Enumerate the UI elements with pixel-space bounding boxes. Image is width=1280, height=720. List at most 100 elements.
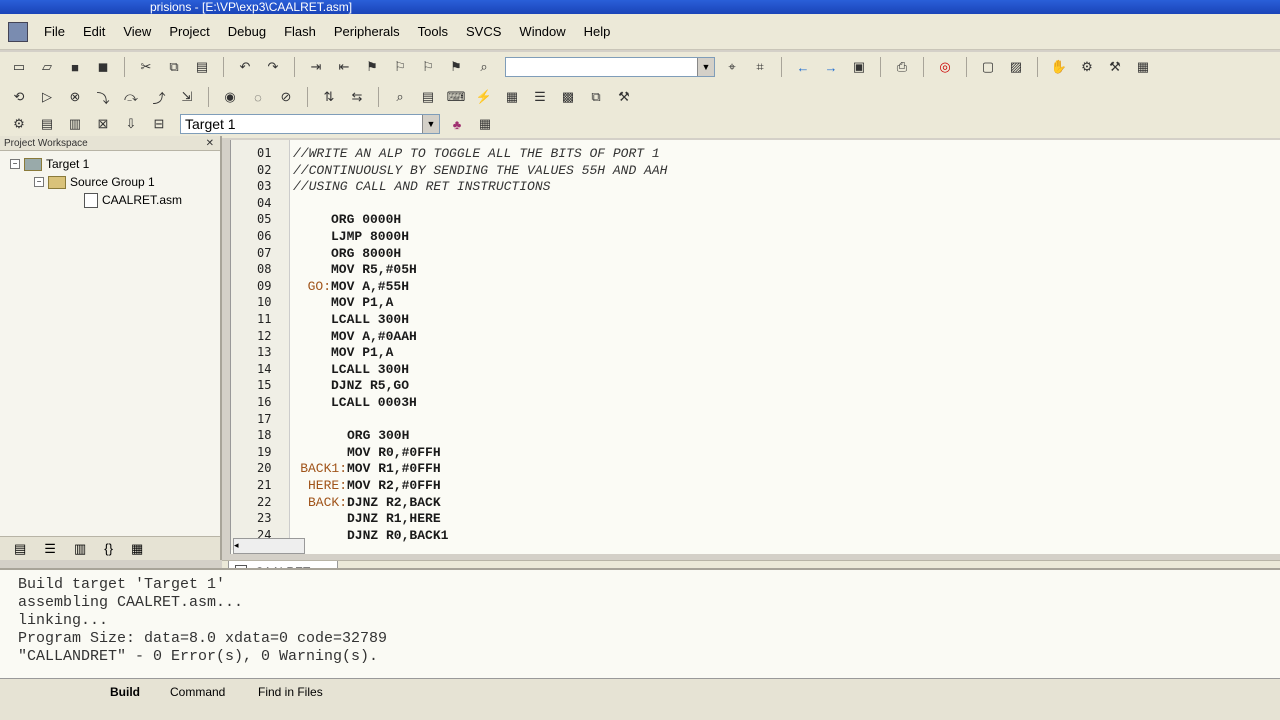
outdent-icon[interactable]: ⇤	[333, 57, 355, 77]
code-coverage-icon[interactable]: ▦	[501, 87, 523, 107]
tab-build-label: Build	[110, 685, 140, 699]
chevron-down-icon[interactable]: ▼	[697, 58, 714, 76]
menu-help[interactable]: Help	[582, 22, 613, 41]
output-window[interactable]: Build target 'Target 1' assembling CAALR…	[0, 568, 1280, 680]
menu-edit[interactable]: Edit	[81, 22, 107, 41]
regs-tab-icon[interactable]: ☰	[44, 541, 56, 557]
config-icon[interactable]: ⚙	[1076, 57, 1098, 77]
collapse-icon[interactable]: −	[10, 159, 20, 169]
line-number: 08	[257, 262, 272, 277]
stop-build-icon[interactable]: ⊠	[92, 114, 114, 134]
code-editor[interactable]: 01 02 03 04 05 06 07 08 09 10 11 12 13 14 15 16 17 18 19 20…	[230, 140, 1280, 554]
step-into-icon[interactable]: ⤵	[92, 87, 114, 107]
back-arrow-icon[interactable]: ←	[792, 57, 814, 77]
toolbox-icon[interactable]: ⧉	[585, 87, 607, 107]
target-options-icon[interactable]: ♣	[446, 114, 468, 134]
hammer-icon[interactable]: ⚒	[613, 87, 635, 107]
hand-icon[interactable]: ✋	[1048, 57, 1070, 77]
save-all-icon[interactable]: ◼	[92, 57, 114, 77]
menu-view[interactable]: View	[121, 22, 153, 41]
menu-project[interactable]: Project	[167, 22, 211, 41]
performance-icon[interactable]: ⚡	[473, 87, 495, 107]
save-icon[interactable]: ■	[64, 57, 86, 77]
build-icon[interactable]: ▤	[36, 114, 58, 134]
next-bookmark-icon[interactable]: ⚐	[389, 57, 411, 77]
horizontal-scrollbar[interactable]: ◂	[233, 538, 305, 554]
reset-icon[interactable]: ⟲	[8, 87, 30, 107]
close-icon[interactable]: ✕	[206, 138, 220, 149]
collapse-icon[interactable]: −	[34, 177, 44, 187]
memory-icon[interactable]: ▤	[417, 87, 439, 107]
serial-icon[interactable]: ⌨	[445, 87, 467, 107]
app-icon[interactable]	[8, 21, 28, 42]
stop-icon[interactable]: ⊗	[64, 87, 86, 107]
templates-tab-icon[interactable]: ▦	[131, 541, 143, 557]
code-line: DJNZ R1,HERE	[347, 511, 441, 526]
undo-icon[interactable]: ↶	[234, 57, 256, 77]
print-icon[interactable]: ⎙	[891, 57, 913, 77]
erase-icon[interactable]: ⊟	[148, 114, 170, 134]
view-icon[interactable]: ▨	[1005, 57, 1027, 77]
tab-command[interactable]: Command	[170, 685, 225, 699]
disassembly-icon[interactable]: ⇅	[318, 87, 340, 107]
code-instruction: DJNZ R1,HERE	[347, 511, 441, 527]
books-tab-icon[interactable]: ▥	[74, 541, 86, 557]
download-icon[interactable]: ⇩	[120, 114, 142, 134]
run-icon[interactable]: ▷	[36, 87, 58, 107]
options-icon[interactable]: ▦	[1132, 57, 1154, 77]
line-number: 18	[257, 428, 272, 443]
rebuild-icon[interactable]: ▥	[64, 114, 86, 134]
new-file-icon[interactable]: ▭	[8, 57, 30, 77]
translate-icon[interactable]: ⚙	[8, 114, 30, 134]
tree-source-group[interactable]: − Source Group 1	[10, 173, 220, 191]
forward-arrow-icon[interactable]: →	[820, 57, 842, 77]
prev-bookmark-icon[interactable]: ⚐	[417, 57, 439, 77]
tree-file-label: CAALRET.asm	[102, 193, 183, 207]
step-out-icon[interactable]: ⤴	[148, 87, 170, 107]
code-instruction: DJNZ R0,BACK1	[347, 527, 449, 543]
target-combo-value: Target 1	[185, 116, 236, 132]
indent-icon[interactable]: ⇥	[305, 57, 327, 77]
menu-window[interactable]: Window	[517, 22, 567, 41]
breakpoint-icon[interactable]: ◉	[219, 87, 241, 107]
menu-debug[interactable]: Debug	[226, 22, 268, 41]
find-icon[interactable]: ⌖	[721, 57, 743, 77]
menu-svcs[interactable]: SVCS	[464, 22, 503, 41]
open-file-icon[interactable]: ▱	[36, 57, 58, 77]
paste-icon[interactable]: ▤	[191, 57, 213, 77]
browse-icon[interactable]: ▣	[848, 57, 870, 77]
redo-icon[interactable]: ↷	[262, 57, 284, 77]
functions-tab-icon[interactable]: {}	[104, 541, 113, 556]
bookmark-icon[interactable]: ⚑	[361, 57, 383, 77]
step-over-icon[interactable]: ⤼	[120, 87, 142, 107]
tab-find-in-files[interactable]: Find in Files	[258, 685, 323, 699]
components-icon[interactable]: ▦	[474, 114, 496, 134]
tree-target[interactable]: − Target 1	[10, 155, 220, 173]
menu-file[interactable]: File	[42, 22, 67, 41]
menu-peripherals[interactable]: Peripherals	[332, 22, 402, 41]
disable-breakpoint-icon[interactable]: ◌	[247, 87, 269, 107]
copy-icon[interactable]: ⧉	[163, 57, 185, 77]
clear-bookmarks-icon[interactable]: ⚑	[445, 57, 467, 77]
run-to-cursor-icon[interactable]: ⇲	[176, 87, 198, 107]
find-combo[interactable]: ▼	[505, 57, 715, 77]
target-combo[interactable]: Target 1 ▼	[180, 114, 440, 134]
cut-icon[interactable]: ✂	[135, 57, 157, 77]
tab-build[interactable]: Build	[110, 685, 140, 699]
kill-breakpoints-icon[interactable]: ⊘	[275, 87, 297, 107]
toolbar-separator	[208, 87, 209, 107]
watch-icon[interactable]: ⌕	[389, 87, 411, 107]
menu-tools[interactable]: Tools	[416, 22, 450, 41]
find-in-files-icon[interactable]: ⌕	[473, 57, 495, 77]
logic-analyzer-icon[interactable]: ☰	[529, 87, 551, 107]
chevron-down-icon[interactable]: ▼	[422, 115, 439, 133]
symbols-icon[interactable]: ▩	[557, 87, 579, 107]
tools-icon[interactable]: ⚒	[1104, 57, 1126, 77]
menu-flash[interactable]: Flash	[282, 22, 318, 41]
tree-file[interactable]: CAALRET.asm	[10, 191, 220, 209]
register-icon[interactable]: ⇆	[346, 87, 368, 107]
incremental-find-icon[interactable]: ⌗	[749, 57, 771, 77]
files-tab-icon[interactable]: ▤	[14, 541, 26, 557]
window-icon[interactable]: ▢	[977, 57, 999, 77]
debug-session-icon[interactable]: ◎	[934, 57, 956, 77]
